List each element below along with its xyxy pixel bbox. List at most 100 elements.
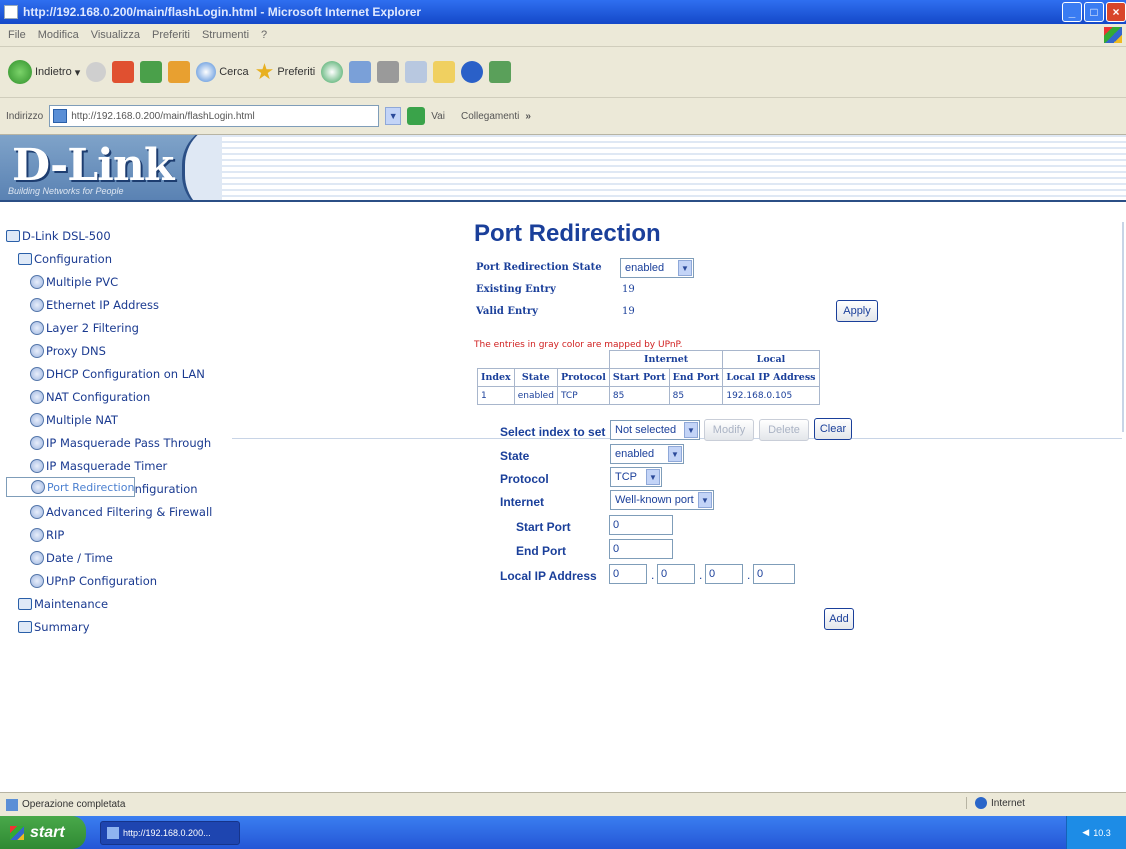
tree-item-layer2-filtering[interactable]: Layer 2 Filtering: [6, 316, 212, 339]
select-index-dropdown[interactable]: Not selected ▼: [610, 420, 700, 440]
tree-item-ethernet-ip[interactable]: Ethernet IP Address: [6, 293, 212, 316]
upnp-note: The entries in gray color are mapped by …: [474, 340, 683, 350]
valid-entry-value: 19: [622, 306, 635, 317]
menu-visualizza[interactable]: Visualizza: [91, 29, 140, 41]
modify-button[interactable]: Modify: [704, 419, 754, 441]
page-icon: [30, 320, 44, 335]
valid-entry-label: Valid Entry: [476, 306, 538, 317]
search-button[interactable]: Cerca: [196, 62, 249, 82]
tree-item-label: NAT Configuration: [46, 389, 151, 404]
state-select-value: enabled: [615, 448, 655, 460]
tree-maintenance[interactable]: Maintenance: [6, 592, 212, 615]
menu-file[interactable]: File: [8, 29, 26, 41]
local-ip-octet-3[interactable]: 0: [705, 564, 743, 584]
redirection-table: Internet Local Index State Protocol Star…: [477, 350, 820, 405]
chevron-right-icon[interactable]: »: [525, 111, 531, 122]
page-icon: [30, 435, 44, 450]
protocol-select[interactable]: TCP ▼: [610, 467, 662, 487]
col-local-ip: Local IP Address: [722, 368, 820, 387]
tree-item-date-time[interactable]: Date / Time: [6, 546, 212, 569]
taskbar-ie-task[interactable]: http://192.168.0.200...: [100, 820, 240, 845]
taskbar: start http://192.168.0.200... ◀ 10.3: [0, 816, 1126, 849]
menu-strumenti[interactable]: Strumenti: [202, 29, 249, 41]
menu-modifica[interactable]: Modifica: [38, 29, 79, 41]
delete-button[interactable]: Delete: [759, 419, 809, 441]
local-ip-octet-1[interactable]: 0: [609, 564, 647, 584]
home-icon[interactable]: [168, 61, 191, 83]
stop-icon[interactable]: [112, 61, 135, 83]
tree-summary[interactable]: Summary: [6, 615, 212, 638]
tree-item-label: Multiple NAT: [46, 412, 118, 427]
task-label: http://192.168.0.200...: [123, 827, 211, 838]
forward-arrow-icon[interactable]: [86, 62, 107, 82]
start-port-input[interactable]: 0: [609, 515, 673, 535]
dlink-logo: D-Link: [12, 140, 174, 191]
tree-item-label: UPnP Configuration: [46, 573, 158, 588]
tree-item-upnp[interactable]: UPnP Configuration: [6, 569, 212, 592]
apply-button[interactable]: Apply: [836, 300, 878, 322]
address-dropdown-arrow-icon[interactable]: ▼: [385, 107, 402, 125]
go-arrow-icon[interactable]: [407, 107, 426, 125]
mail-icon[interactable]: [349, 61, 372, 83]
group-spacer: [514, 351, 557, 369]
chevron-down-icon: ▼: [684, 422, 698, 438]
title-bar[interactable]: http://192.168.0.200/main/flashLogin.htm…: [0, 0, 1126, 24]
favorites-button[interactable]: ★ Preferiti: [255, 59, 316, 85]
links-label[interactable]: Collegamenti: [461, 111, 519, 122]
tree-item-rip[interactable]: RIP: [6, 523, 212, 546]
back-arrow-icon: [8, 60, 32, 84]
tree-item-nat-configuration[interactable]: NAT Configuration: [6, 385, 212, 408]
tree-item-label: Ethernet IP Address: [46, 297, 159, 312]
tree-item-multiple-pvc[interactable]: Multiple PVC: [6, 270, 212, 293]
speaker-icon[interactable]: ◀: [1082, 827, 1089, 838]
tree-root[interactable]: D-Link DSL-500: [6, 224, 212, 247]
clear-button[interactable]: Clear: [814, 418, 852, 440]
maximize-button[interactable]: □: [1084, 2, 1104, 22]
status-text: Operazione completata: [22, 799, 126, 810]
back-button[interactable]: Indietro ▾: [8, 60, 80, 84]
clock[interactable]: 10.3: [1093, 828, 1111, 838]
minimize-button[interactable]: _: [1062, 2, 1082, 22]
edit-icon[interactable]: [405, 61, 428, 83]
close-button[interactable]: ×: [1106, 2, 1126, 22]
print-icon[interactable]: [377, 61, 400, 83]
bluetooth-icon[interactable]: [461, 61, 484, 83]
go-label[interactable]: Vai: [431, 111, 445, 122]
tree-item-ip-masq-pass[interactable]: IP Masquerade Pass Through: [6, 431, 212, 454]
ip-dot: .: [699, 568, 703, 582]
group-spacer: [557, 350, 610, 369]
page-icon: [31, 480, 45, 494]
chevron-down-icon: ▼: [698, 492, 712, 508]
tree-item-port-redirection[interactable]: Port Redirection: [6, 477, 136, 497]
address-input[interactable]: http://192.168.0.200/main/flashLogin.htm…: [49, 105, 380, 127]
chevron-down-icon: ▼: [678, 260, 692, 276]
menu-help[interactable]: ?: [261, 29, 267, 41]
page-icon: [53, 109, 68, 123]
tree-item-label: IP Masquerade Pass Through: [46, 435, 212, 450]
table-row[interactable]: 1 enabled TCP 85 85 192.168.0.105: [477, 386, 820, 405]
menu-preferiti[interactable]: Preferiti: [152, 29, 190, 41]
tree-configuration[interactable]: Configuration: [6, 247, 212, 270]
refresh-icon[interactable]: [140, 61, 163, 83]
page-icon: [30, 343, 44, 358]
add-button[interactable]: Add: [824, 608, 854, 630]
frame-divider-vertical: [1122, 222, 1124, 432]
tree-item-multiple-nat[interactable]: Multiple NAT: [6, 408, 212, 431]
messenger-icon[interactable]: [489, 61, 512, 83]
local-ip-octet-4[interactable]: 0: [753, 564, 795, 584]
group-spacer: [478, 351, 515, 369]
internet-port-select[interactable]: Well-known port ▼: [610, 490, 714, 510]
tree-item-advanced-filtering[interactable]: Advanced Filtering & Firewall: [6, 500, 212, 523]
start-button[interactable]: start: [0, 816, 86, 849]
tree-item-ip-masq-timer[interactable]: IP Masquerade Timer: [6, 454, 212, 477]
state-select[interactable]: enabled ▼: [610, 444, 684, 464]
notes-icon[interactable]: [433, 61, 456, 83]
tree-item-dhcp[interactable]: DHCP Configuration on LAN: [6, 362, 212, 385]
end-port-input[interactable]: 0: [609, 539, 673, 559]
tree-item-proxy-dns[interactable]: Proxy DNS: [6, 339, 212, 362]
history-icon[interactable]: [321, 61, 344, 83]
tree-item-label: Advanced Filtering & Firewall: [46, 504, 213, 519]
zone-label: Internet: [991, 797, 1025, 809]
local-ip-octet-2[interactable]: 0: [657, 564, 695, 584]
redirection-state-select[interactable]: enabled ▼: [620, 258, 694, 278]
